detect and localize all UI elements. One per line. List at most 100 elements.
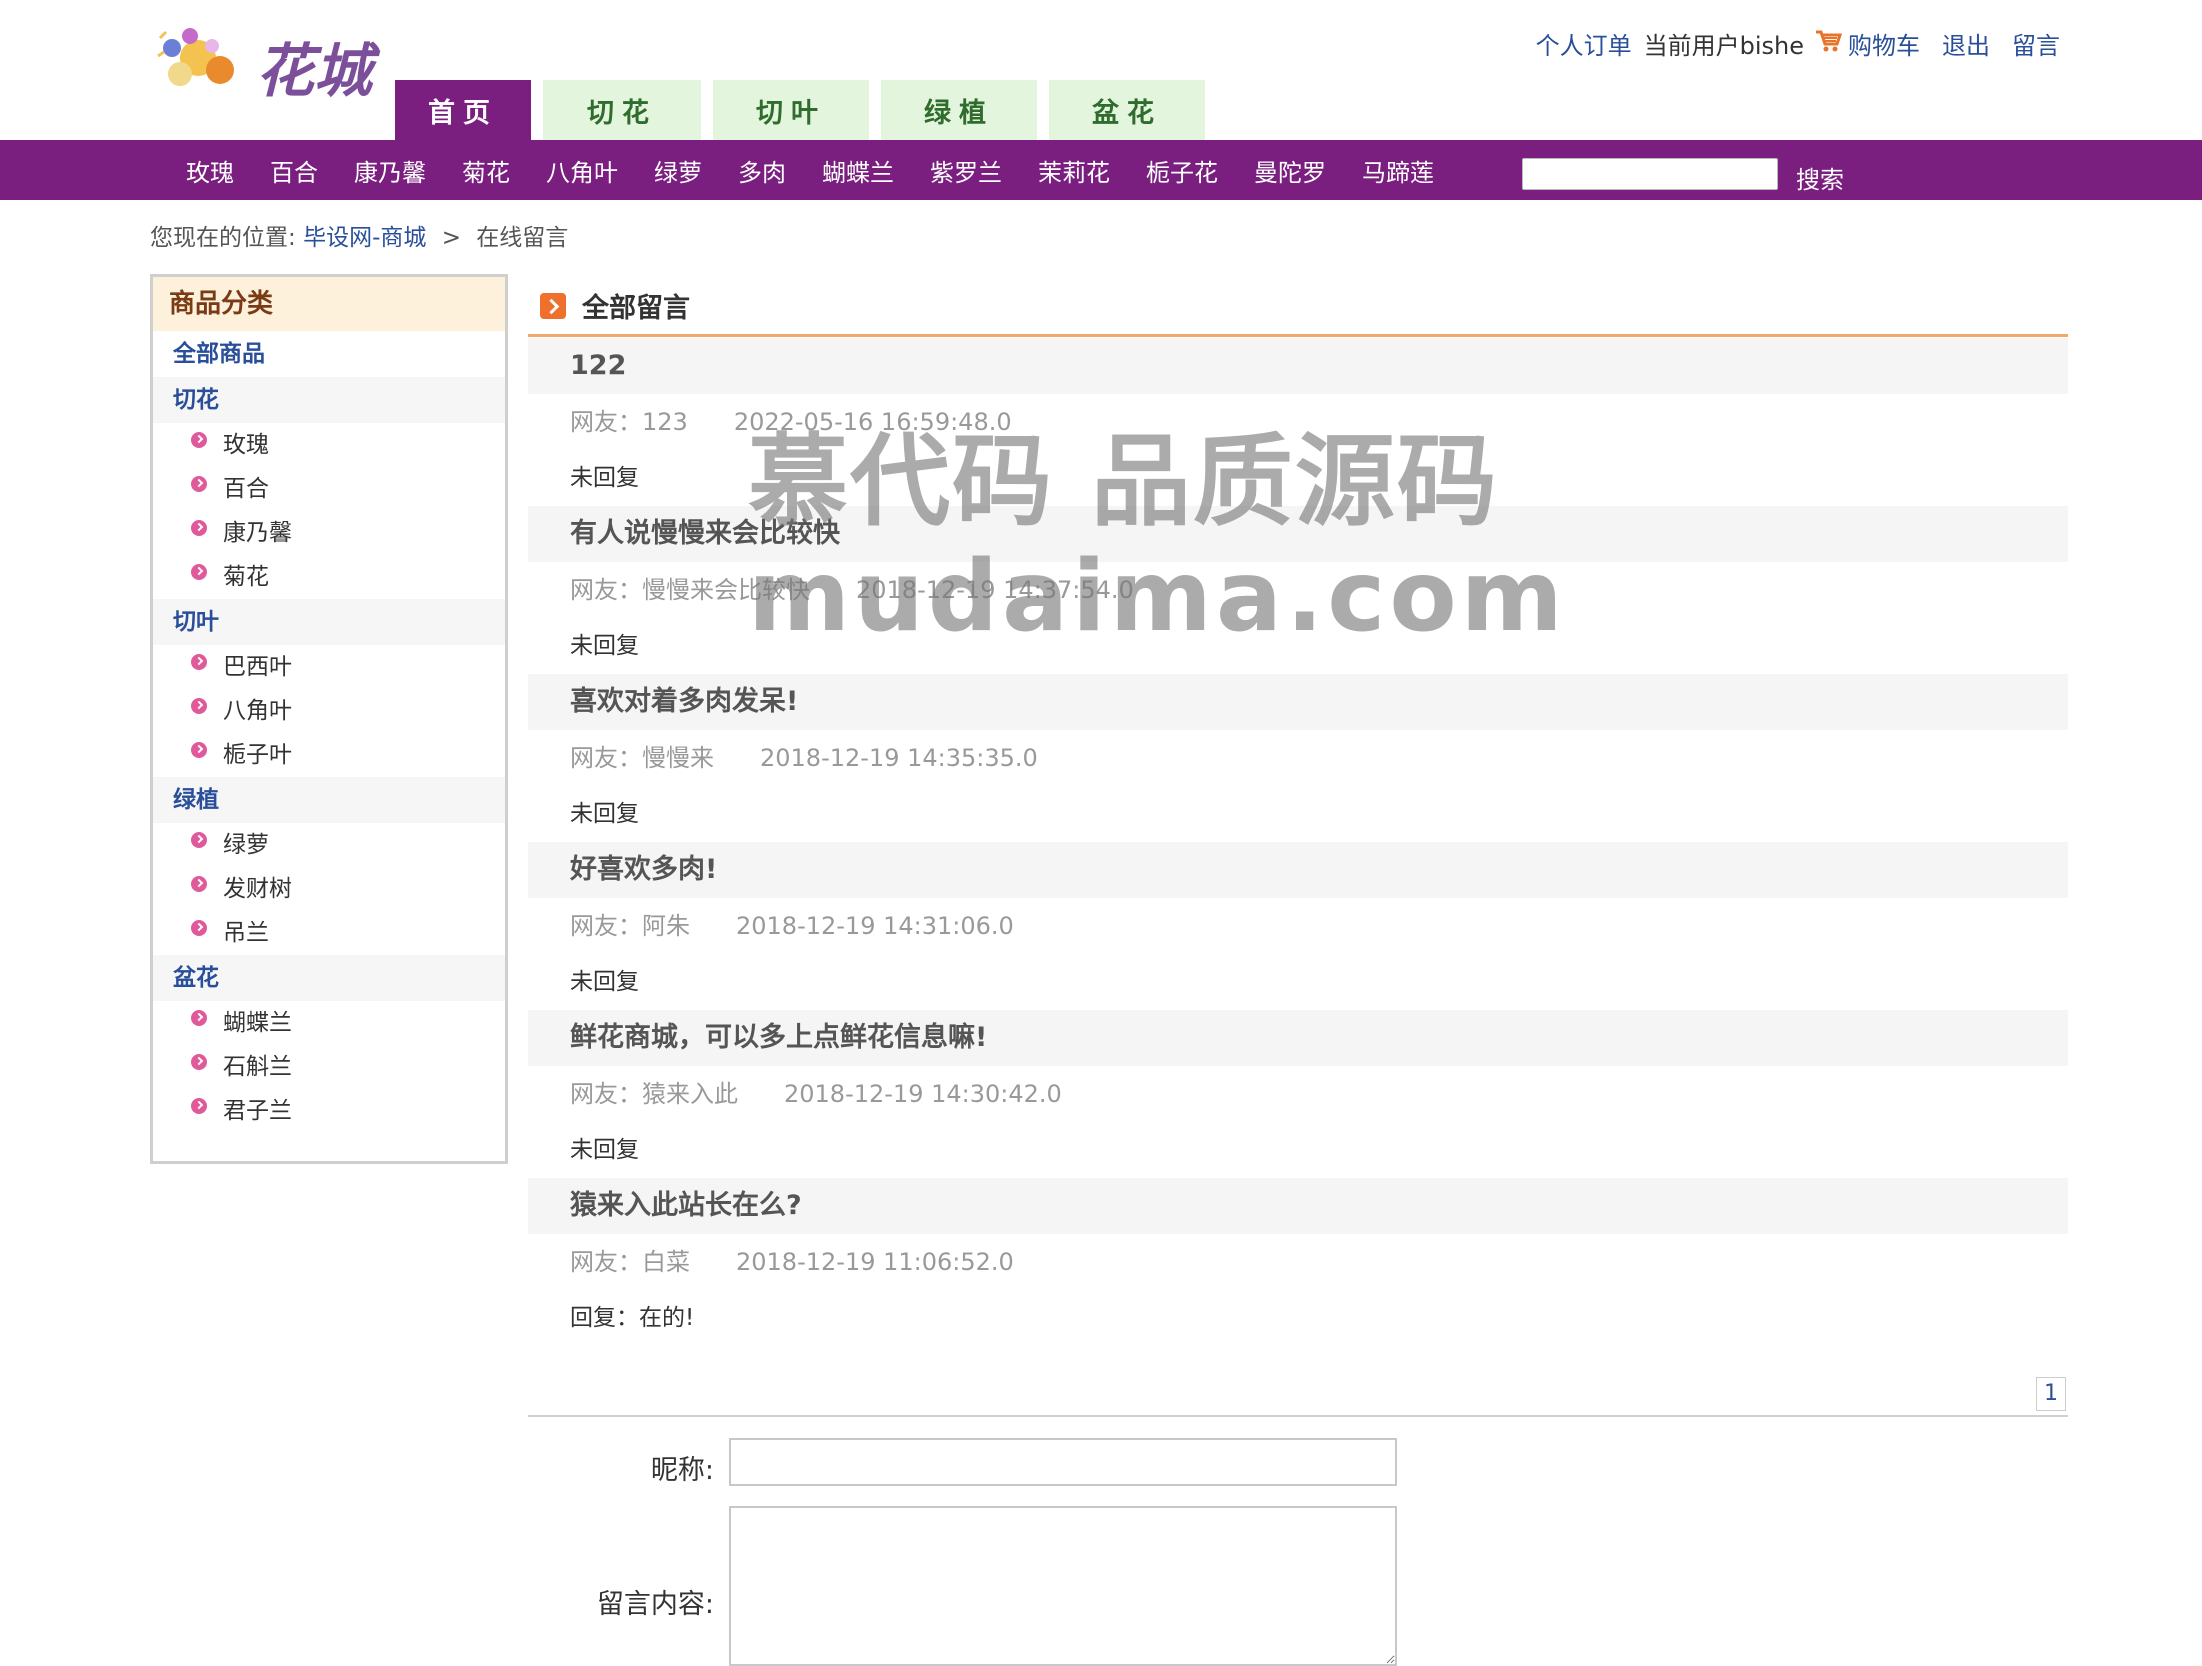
- sidebar-subcategory[interactable]: 蝴蝶兰: [153, 1001, 505, 1045]
- nav-item-carnation[interactable]: 康乃馨: [336, 153, 444, 188]
- message-meta: 网友：慢慢来会比较快 2018-12-19 14:37:54.0: [528, 562, 2068, 618]
- message-title: 好喜欢多肉!: [528, 842, 2068, 898]
- message-meta: 网友：白菜 2018-12-19 11:06:52.0: [528, 1234, 2068, 1290]
- subcategory-label: 菊花: [223, 564, 269, 590]
- sidebar-subcategory[interactable]: 绿萝: [153, 823, 505, 867]
- tab-home[interactable]: 首页: [395, 80, 531, 140]
- logo-text: 花城: [256, 37, 373, 105]
- subcategory-label: 发财树: [223, 876, 292, 902]
- breadcrumb-current: 在线留言: [476, 225, 569, 251]
- nickname-label: 昵称:: [650, 1455, 714, 1486]
- tab-green-plants[interactable]: 绿植: [881, 80, 1037, 140]
- tab-cut-leaves[interactable]: 切叶: [713, 80, 869, 140]
- sidebar-subcategory[interactable]: 君子兰: [153, 1089, 505, 1133]
- bullet-arrow-icon: [191, 476, 207, 492]
- site-logo[interactable]: 花城: [150, 18, 390, 105]
- nickname-field[interactable]: [729, 1438, 1397, 1486]
- message-item: 鲜花商城，可以多上点鲜花信息嘛! 网友：猿来入此 2018-12-19 14:30…: [528, 1010, 2068, 1178]
- cart-link[interactable]: 购物车: [1848, 26, 1920, 61]
- message-title: 鲜花商城，可以多上点鲜花信息嘛!: [528, 1010, 2068, 1066]
- category-nav: 玫瑰 百合 康乃馨 菊花 八角叶 绿萝 多肉 蝴蝶兰 紫罗兰 茉莉花 栀子花 曼…: [168, 140, 1452, 200]
- message-item: 122 网友：123 2022-05-16 16:59:48.0 未回复: [528, 338, 2068, 506]
- section-header: 全部留言: [540, 286, 690, 325]
- message-author: 网友：阿朱: [570, 912, 690, 940]
- sidebar-subcategory[interactable]: 栀子叶: [153, 733, 505, 777]
- subcategory-label: 八角叶: [223, 698, 292, 724]
- message-reply: 未回复: [570, 633, 639, 659]
- message-content-field[interactable]: [729, 1506, 1397, 1666]
- message-item: 有人说慢慢来会比较快 网友：慢慢来会比较快 2018-12-19 14:37:54…: [528, 506, 2068, 674]
- nav-item-pothos[interactable]: 绿萝: [636, 153, 720, 188]
- bullet-arrow-icon: [191, 1054, 207, 1070]
- subcategory-label: 百合: [223, 476, 269, 502]
- message-reply: 未回复: [570, 801, 639, 827]
- sidebar-subcategory[interactable]: 巴西叶: [153, 645, 505, 689]
- tab-cut-flowers[interactable]: 切花: [543, 80, 701, 140]
- shopping-cart-icon[interactable]: [1814, 29, 1843, 59]
- sidebar-subcategory[interactable]: 八角叶: [153, 689, 505, 733]
- bullet-arrow-icon: [191, 432, 207, 448]
- nav-item-lily[interactable]: 百合: [252, 153, 336, 188]
- sidebar-subcategory[interactable]: 吊兰: [153, 911, 505, 955]
- sidebar-subcategory[interactable]: 石斛兰: [153, 1045, 505, 1089]
- nav-item-calla-lily[interactable]: 马蹄莲: [1344, 153, 1452, 188]
- message-date: 2018-12-19 11:06:52.0: [736, 1248, 1014, 1276]
- sidebar-subcategory[interactable]: 百合: [153, 467, 505, 511]
- message-item: 猿来入此站长在么? 网友：白菜 2018-12-19 11:06:52.0 回复：…: [528, 1178, 2068, 1346]
- message-content-label: 留言内容:: [596, 1589, 714, 1620]
- sidebar-all-products[interactable]: 全部商品: [153, 331, 505, 377]
- subcategory-label: 石斛兰: [223, 1054, 292, 1080]
- nav-item-jasmine[interactable]: 茉莉花: [1020, 153, 1128, 188]
- sidebar-subcategory[interactable]: 发财树: [153, 867, 505, 911]
- section-divider: [528, 334, 2068, 337]
- search-button[interactable]: 搜索: [1796, 160, 1844, 195]
- subcategory-label: 绿萝: [223, 832, 269, 858]
- nav-item-violet[interactable]: 紫罗兰: [912, 153, 1020, 188]
- breadcrumb-home-link[interactable]: 毕设网-商城: [303, 225, 426, 251]
- logout-link[interactable]: 退出: [1942, 26, 1990, 61]
- nav-item-datura[interactable]: 曼陀罗: [1236, 153, 1344, 188]
- breadcrumb-prefix: 您现在的位置:: [150, 225, 296, 251]
- nav-item-octagon-leaf[interactable]: 八角叶: [528, 153, 636, 188]
- pager-divider: [528, 1415, 2068, 1417]
- pagination-page-button[interactable]: 1: [2036, 1377, 2066, 1411]
- message-reply: 未回复: [570, 969, 639, 995]
- sidebar-subcategory[interactable]: 康乃馨: [153, 511, 505, 555]
- message-author: 网友：123: [570, 408, 688, 436]
- message-date: 2018-12-19 14:37:54.0: [856, 576, 1134, 604]
- bullet-arrow-icon: [191, 742, 207, 758]
- message-author: 网友：慢慢来会比较快: [570, 576, 810, 604]
- message-link[interactable]: 留言: [2012, 26, 2060, 61]
- nav-item-phalaenopsis[interactable]: 蝴蝶兰: [804, 153, 912, 188]
- subcategory-label: 巴西叶: [223, 654, 292, 680]
- bullet-arrow-icon: [191, 920, 207, 936]
- message-title: 122: [528, 338, 2068, 394]
- search-input[interactable]: [1522, 158, 1778, 190]
- nav-item-succulent[interactable]: 多肉: [720, 153, 804, 188]
- message-reply: 回复：在的!: [570, 1305, 695, 1331]
- nav-item-rose[interactable]: 玫瑰: [168, 153, 252, 188]
- sidebar-subcategory[interactable]: 菊花: [153, 555, 505, 599]
- message-reply: 未回复: [570, 1137, 639, 1163]
- bullet-arrow-icon: [191, 654, 207, 670]
- nav-item-chrysanthemum[interactable]: 菊花: [444, 153, 528, 188]
- message-title: 猿来入此站长在么?: [528, 1178, 2068, 1234]
- message-date: 2018-12-19 14:35:35.0: [760, 744, 1038, 772]
- sidebar-category[interactable]: 盆花: [153, 955, 505, 1001]
- sidebar-category[interactable]: 绿植: [153, 777, 505, 823]
- tab-potted-flowers[interactable]: 盆花: [1049, 80, 1205, 140]
- sidebar-subcategory[interactable]: 玫瑰: [153, 423, 505, 467]
- breadcrumb-separator: >: [441, 225, 461, 251]
- subcategory-label: 栀子叶: [223, 742, 292, 768]
- nav-item-gardenia[interactable]: 栀子花: [1128, 153, 1236, 188]
- sidebar-title: 商品分类: [153, 277, 505, 331]
- arrow-right-icon: [540, 292, 566, 319]
- message-reply: 未回复: [570, 465, 639, 491]
- sidebar-category[interactable]: 切叶: [153, 599, 505, 645]
- top-links: 个人订单 当前用户bishe 购物车 退出 留言: [1536, 26, 2060, 61]
- message-date: 2018-12-19 14:30:42.0: [784, 1080, 1062, 1108]
- message-date: 2022-05-16 16:59:48.0: [733, 408, 1012, 436]
- orders-link[interactable]: 个人订单: [1536, 26, 1632, 61]
- sidebar-category[interactable]: 切花: [153, 377, 505, 423]
- bullet-arrow-icon: [191, 832, 207, 848]
